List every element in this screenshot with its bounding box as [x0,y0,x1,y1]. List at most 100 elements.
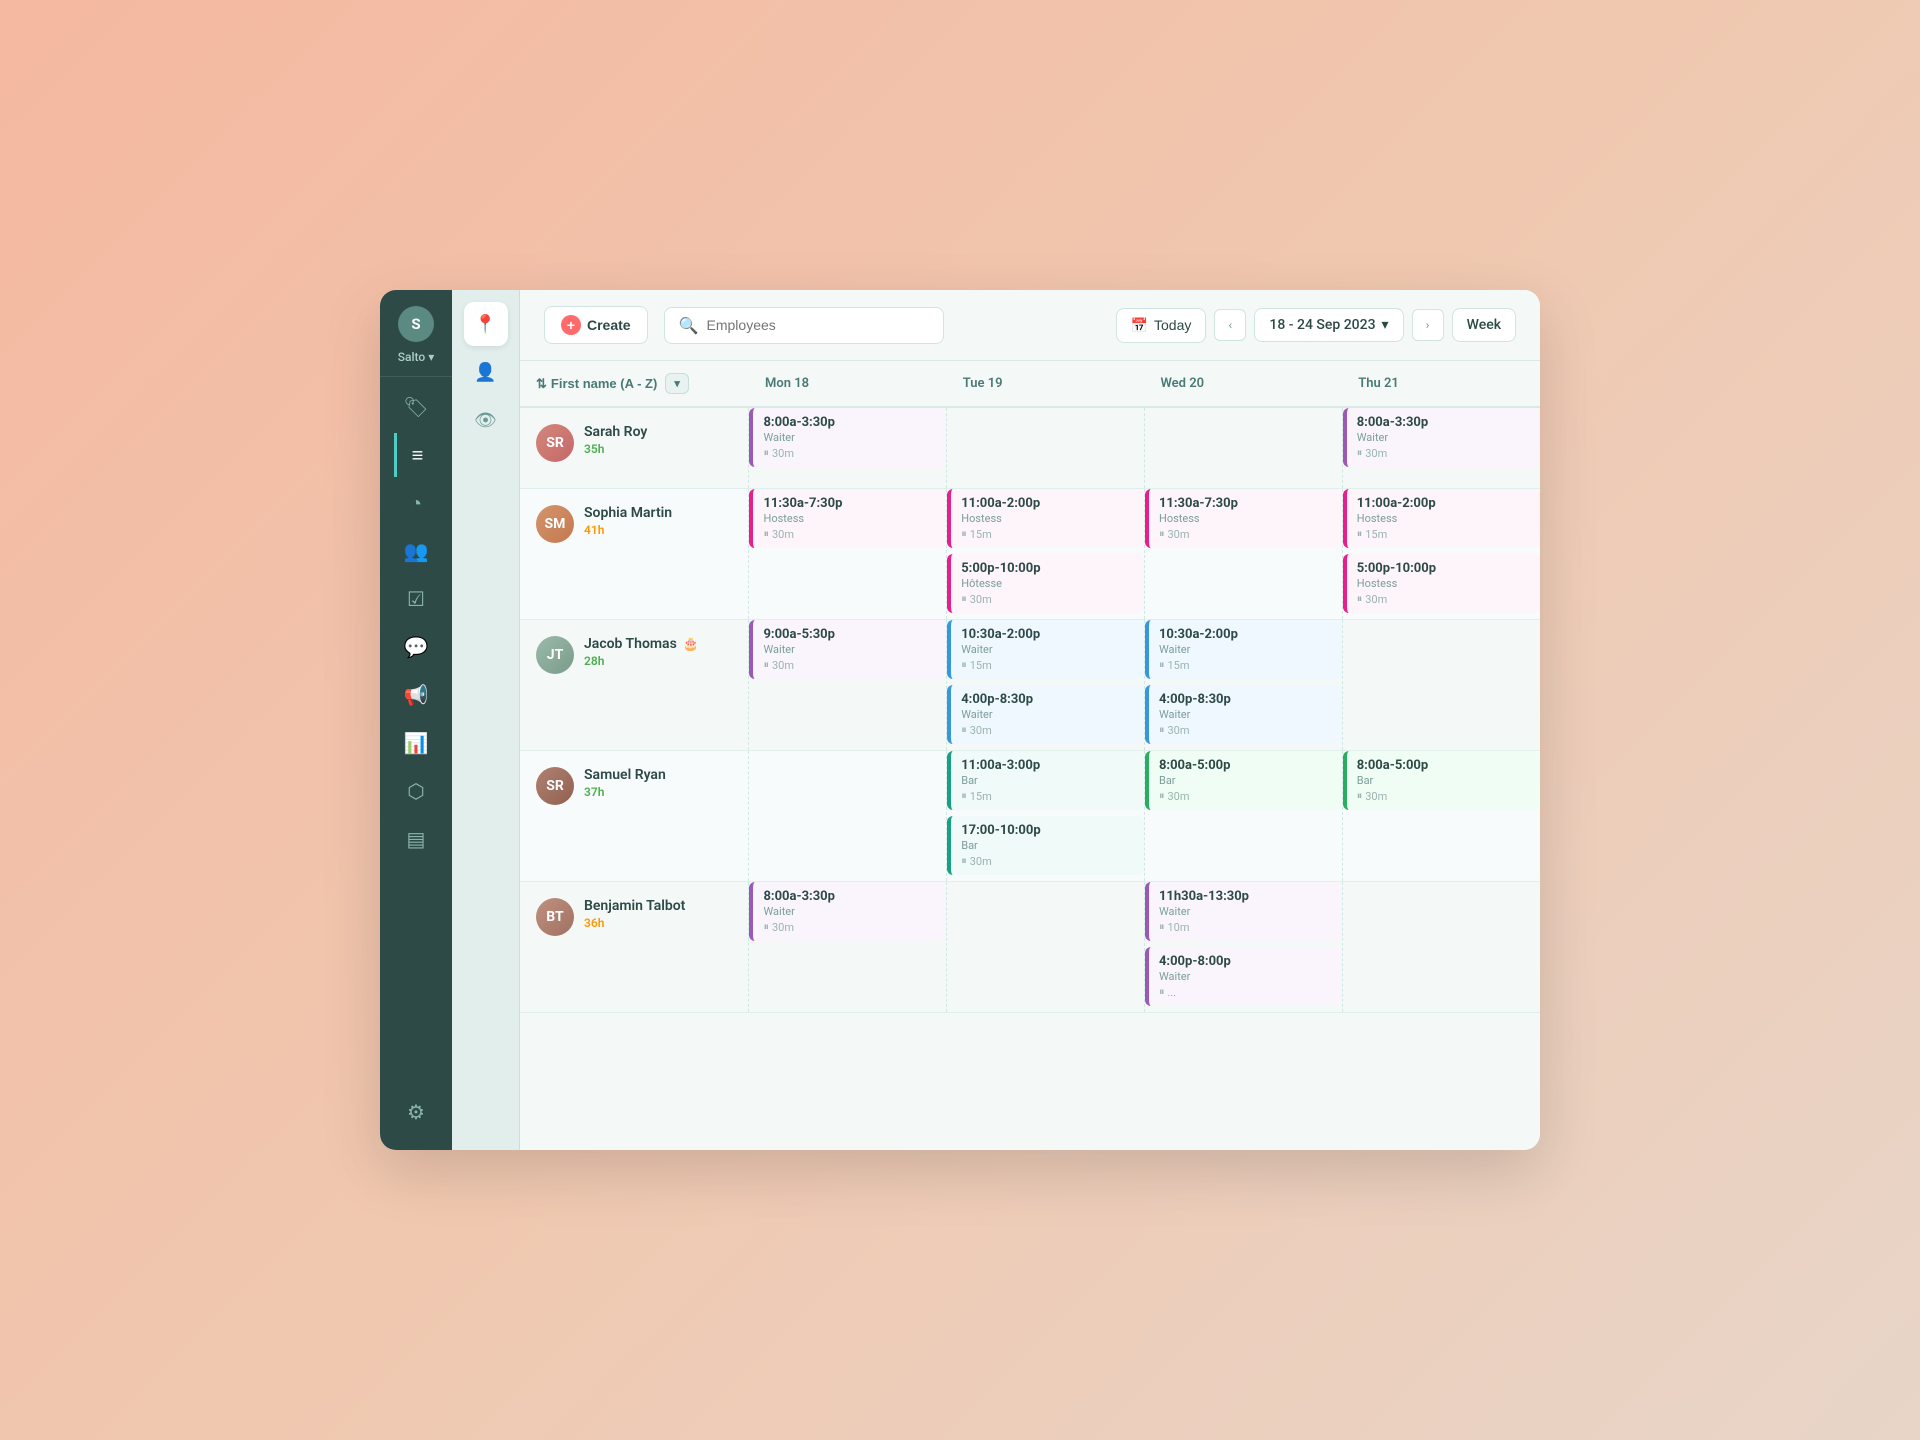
next-week-button[interactable]: › [1412,309,1444,341]
break-icon: ⏸ [763,920,769,934]
sidebar-item-schedule[interactable]: ≡ [394,433,438,477]
shift-break: ⏸ 30m [763,920,936,934]
date-range-picker[interactable]: 18 - 24 Sep 2023 ▾ [1254,308,1403,342]
shift-card[interactable]: 17:00-10:00p Bar ⏸ 30m [947,816,1144,875]
shift-cell-thu [1342,620,1540,751]
shift-card[interactable]: 8:00a-5:00p Bar ⏸ 30m [1145,751,1342,810]
employee-hours: 37h [584,785,666,799]
prev-week-button[interactable]: ‹ [1214,309,1246,341]
shift-card[interactable]: 11:30a-7:30p Hostess ⏸ 30m [749,489,946,548]
shift-cell-tue [947,882,1145,1013]
create-button[interactable]: + Create [544,306,648,344]
shift-card[interactable]: 8:00a-3:30p Waiter ⏸ 30m [1343,408,1540,467]
shift-break: ⏸ 30m [961,854,1134,868]
sidebar-item-announcements[interactable]: 📢 [394,673,438,717]
shift-cell-wed: 11h30a-13:30p Waiter ⏸ 10m 4:00p-8:00p W… [1144,882,1342,1013]
break-icon: ⏸ [763,446,769,460]
employee-hours: 35h [584,442,647,456]
shift-role: Bar [1357,774,1530,787]
shift-card[interactable]: 11:30a-7:30p Hostess ⏸ 30m [1145,489,1342,548]
sidebar-item-reports[interactable]: 📊 [394,721,438,765]
table-row: SR Samuel Ryan 37h 11:00a-3:00p [520,751,1540,882]
shift-role: Hostess [1357,512,1530,525]
shift-cell-thu: 11:00a-2:00p Hostess ⏸ 15m 5:00p-10:00p … [1342,489,1540,620]
employee-cell: SR Sarah Roy 35h [520,407,749,489]
shift-cell-tue: 10:30a-2:00p Waiter ⏸ 15m 4:00p-8:30p Wa… [947,620,1145,751]
shift-role: Bar [1159,774,1332,787]
break-icon: ⏸ [763,527,769,541]
shift-card[interactable]: 8:00a-3:30p Waiter ⏸ 30m [749,408,946,467]
shift-role: Bar [961,839,1134,852]
shift-time: 8:00a-3:30p [763,889,936,904]
shift-card[interactable]: 9:00a-5:30p Waiter ⏸ 30m [749,620,946,679]
shift-break: ⏸ ... [1159,985,1332,999]
chevron-down-icon: ▾ [1382,317,1389,333]
employee-cell: BT Benjamin Talbot 36h [520,882,749,1013]
shift-card[interactable]: 11:00a-2:00p Hostess ⏸ 15m [1343,489,1540,548]
shift-cell-tue [947,407,1145,489]
sidebar-item-users[interactable]: 👥 [394,529,438,573]
subnav-location[interactable]: 📍 [464,302,508,346]
shift-break: ⏸ 30m [961,723,1134,737]
break-icon: ⏸ [961,592,967,606]
employee-name: Jacob Thomas [584,636,677,652]
subnav-person[interactable]: 👤 [464,350,508,394]
avatar: SR [536,767,574,805]
employee-name: Sophia Martin [584,505,672,521]
sidebar-item-billing[interactable]: ▤ [394,817,438,861]
shift-card[interactable]: 4:00p-8:00p Waiter ⏸ ... [1145,947,1342,1006]
employee-details: Benjamin Talbot 36h [584,898,685,930]
today-button[interactable]: 📅 Today [1116,308,1207,343]
shift-card[interactable]: 4:00p-8:30p Waiter ⏸ 30m [1145,685,1342,744]
break-icon: ⏸ [961,723,967,737]
shift-cell-wed: 8:00a-5:00p Bar ⏸ 30m [1144,751,1342,882]
shift-break: ⏸ 30m [763,658,936,672]
sidebar-item-clock[interactable]: ◔ [394,481,438,525]
shift-card[interactable]: 10:30a-2:00p Waiter ⏸ 15m [1145,620,1342,679]
shift-card[interactable]: 10:30a-2:00p Waiter ⏸ 15m [947,620,1144,679]
shift-card[interactable]: 11h30a-13:30p Waiter ⏸ 10m [1145,882,1342,941]
shift-card[interactable]: 8:00a-5:00p Bar ⏸ 30m [1343,751,1540,810]
shift-role: Waiter [763,431,936,444]
shift-break: ⏸ 10m [1159,920,1332,934]
shift-cell-thu: 8:00a-5:00p Bar ⏸ 30m [1342,751,1540,882]
shift-time: 11h30a-13:30p [1159,889,1332,904]
search-box[interactable]: 🔍 [664,307,944,344]
header-right: 📅 Today ‹ 18 - 24 Sep 2023 ▾ › Week [1116,308,1516,343]
avatar: SR [536,424,574,462]
shift-break: ⏸ 15m [961,658,1134,672]
shift-card[interactable]: 11:00a-3:00p Bar ⏸ 15m [947,751,1144,810]
sort-dropdown[interactable]: ▾ [665,373,689,394]
shift-card[interactable]: 4:00p-8:30p Waiter ⏸ 30m [947,685,1144,744]
shift-break: ⏸ 30m [1159,723,1332,737]
avatar: SM [536,505,574,543]
break-icon: ⏸ [961,658,967,672]
shift-role: Waiter [1159,643,1332,656]
sidebar-item-tasks[interactable]: ☑ [394,577,438,621]
toolbar: + Create 🔍 📅 Today ‹ 18 - 24 Sep 2023 ▾ … [520,290,1540,361]
avatar: BT [536,898,574,936]
sidebar-item-settings[interactable]: ⚙ [394,1090,438,1134]
sidebar-item-tag[interactable]: 🏷 [394,385,438,429]
search-input[interactable] [707,317,929,333]
shift-break: ⏸ 15m [961,527,1134,541]
shift-card[interactable]: 5:00p-10:00p Hostess ⏸ 30m [1343,554,1540,613]
shift-time: 11:30a-7:30p [763,496,936,511]
schedule-table: ⇅ First name (A - Z) ▾ Mon 18 Tue 19 Wed… [520,361,1540,1013]
break-icon: ⏸ [1357,446,1363,460]
shift-break: ⏸ 30m [1357,592,1530,606]
view-toggle[interactable]: Week [1452,308,1516,342]
sidebar-nav: 🏷 ≡ ◔ 👥 ☑ 💬 📢 📊 ⬡ ▤ [394,377,438,1082]
shift-cell-wed: 11:30a-7:30p Hostess ⏸ 30m [1144,489,1342,620]
break-icon: ⏸ [1357,592,1363,606]
subnav-eye[interactable]: 👁 [464,398,508,442]
company-name[interactable]: Salto ▾ [398,350,435,364]
shift-role: Hostess [1159,512,1332,525]
sidebar-item-messages[interactable]: 💬 [394,625,438,669]
sidebar-logo[interactable]: S [398,306,434,342]
sidebar-item-org[interactable]: ⬡ [394,769,438,813]
shift-card[interactable]: 8:00a-3:30p Waiter ⏸ 30m [749,882,946,941]
shift-card[interactable]: 11:00a-2:00p Hostess ⏸ 15m [947,489,1144,548]
shift-card[interactable]: 5:00p-10:00p Hôtesse ⏸ 30m [947,554,1144,613]
sort-button[interactable]: ⇅ First name (A - Z) ▾ [536,373,689,394]
